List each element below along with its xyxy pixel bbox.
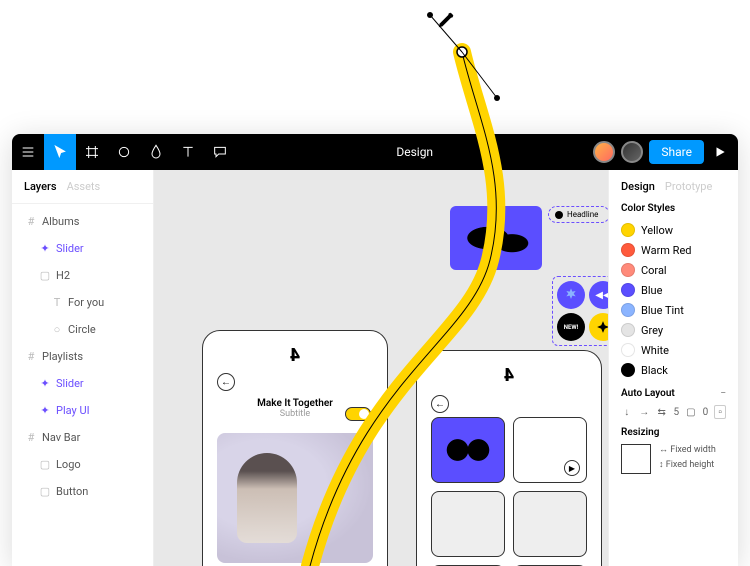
layer-slider-2[interactable]: ✦Slider xyxy=(12,370,153,397)
layer-for-you[interactable]: TFor you xyxy=(12,289,153,316)
collaborator-avatar-1[interactable] xyxy=(593,141,615,163)
comment-tool[interactable] xyxy=(204,134,236,170)
menu-button[interactable] xyxy=(12,134,44,170)
color-swatch xyxy=(621,303,635,317)
color-style-row[interactable]: Black xyxy=(621,360,726,380)
color-label: Black xyxy=(641,364,668,377)
color-swatch xyxy=(621,343,635,357)
layer-playlists[interactable]: #Playlists xyxy=(12,343,153,370)
tile-purple[interactable] xyxy=(431,417,505,483)
selected-component[interactable]: Headline xyxy=(450,206,608,270)
color-swatch xyxy=(621,323,635,337)
color-style-row[interactable]: Coral xyxy=(621,260,726,280)
direction-right-icon[interactable]: → xyxy=(638,405,649,419)
layer-logo[interactable]: ▢Logo xyxy=(12,451,153,478)
tab-layers[interactable]: Layers xyxy=(24,180,57,193)
auto-layout-remove-icon[interactable]: − xyxy=(720,388,726,399)
layers-panel: Layers Assets #Albums ✦Slider ▢H2 TFor y… xyxy=(12,170,154,566)
color-swatch xyxy=(621,263,635,277)
color-label: Blue xyxy=(641,284,662,297)
color-label: Warm Red xyxy=(641,244,691,257)
color-label: Yellow xyxy=(641,224,673,237)
color-label: Grey xyxy=(641,324,663,337)
color-style-row[interactable]: Blue xyxy=(621,280,726,300)
direction-down-icon[interactable]: ↓ xyxy=(621,405,632,419)
color-style-row[interactable]: Yellow xyxy=(621,220,726,240)
headline-label: Headline xyxy=(567,210,598,219)
auto-layout-controls: ↓ → ⇆ 5 ▢ 0 ▫ xyxy=(621,405,726,419)
back-button[interactable]: ← xyxy=(431,395,449,413)
burst-icon[interactable] xyxy=(557,281,585,309)
tile-grey[interactable] xyxy=(431,491,505,557)
collaborator-avatar-2[interactable] xyxy=(621,141,643,163)
top-toolbar: Design Share xyxy=(12,134,738,170)
dot-icon xyxy=(555,211,563,219)
album-cover[interactable] xyxy=(217,433,373,563)
spacing-icon[interactable]: ⇆ xyxy=(656,405,667,419)
move-tool[interactable] xyxy=(44,134,76,170)
artboard-browse[interactable]: 4 ← Op xyxy=(416,350,602,566)
headline-component[interactable]: Headline xyxy=(548,206,608,223)
color-swatch xyxy=(621,223,635,237)
pen-tool-cursor xyxy=(436,8,458,34)
color-styles-heading: Color Styles xyxy=(621,203,726,214)
color-style-row[interactable]: Blue Tint xyxy=(621,300,726,320)
present-button[interactable] xyxy=(710,145,730,159)
app-logo: 4 xyxy=(431,365,587,386)
sparkle-icon[interactable] xyxy=(589,313,608,341)
layer-h2[interactable]: ▢H2 xyxy=(12,262,153,289)
inspector-panel: Design Prototype Color Styles Yellow Warm… xyxy=(608,170,738,566)
layer-slider-1[interactable]: ✦Slider xyxy=(12,235,153,262)
layer-list: #Albums ✦Slider ▢H2 TFor you ○Circle #Pl… xyxy=(12,204,153,509)
color-swatch xyxy=(621,283,635,297)
color-style-row[interactable]: Grey xyxy=(621,320,726,340)
color-swatch xyxy=(621,243,635,257)
tile-grey[interactable] xyxy=(513,491,587,557)
layer-play-ui[interactable]: ✦Play UI xyxy=(12,397,153,424)
layer-button[interactable]: ▢Button xyxy=(12,478,153,505)
color-style-row[interactable]: Warm Red xyxy=(621,240,726,260)
toggle-switch[interactable] xyxy=(345,407,371,421)
artwork-tile[interactable] xyxy=(450,206,542,270)
color-swatch xyxy=(621,363,635,377)
tab-assets[interactable]: Assets xyxy=(67,180,101,193)
resize-preview[interactable] xyxy=(621,444,651,474)
resize-height-mode[interactable]: ↕ Fixed height xyxy=(659,459,716,470)
layer-albums[interactable]: #Albums xyxy=(12,208,153,235)
padding-value[interactable]: 0 xyxy=(703,407,709,418)
alignment-icon[interactable]: ▫ xyxy=(714,405,726,419)
icon-component-group[interactable]: ◀◀ NEW! xyxy=(552,276,608,346)
color-style-row[interactable]: White xyxy=(621,340,726,360)
tab-design[interactable]: Design xyxy=(621,180,655,193)
app-window: Design Share Layers Assets #Albums ✦Slid… xyxy=(12,134,738,566)
layer-circle[interactable]: ○Circle xyxy=(12,316,153,343)
share-button[interactable]: Share xyxy=(649,140,704,164)
pen-tool[interactable] xyxy=(140,134,172,170)
rewind-icon[interactable]: ◀◀ xyxy=(589,281,608,309)
shape-tool[interactable] xyxy=(108,134,140,170)
layer-nav-bar[interactable]: #Nav Bar xyxy=(12,424,153,451)
spacing-value[interactable]: 5 xyxy=(673,407,679,418)
color-label: White xyxy=(641,344,669,357)
text-tool[interactable] xyxy=(172,134,204,170)
artboard-player[interactable]: 4 ← Make It Together Subtitle xyxy=(202,330,388,566)
tab-prototype[interactable]: Prototype xyxy=(665,180,712,193)
tile-play[interactable] xyxy=(513,417,587,483)
document-title[interactable]: Design xyxy=(236,145,593,159)
app-logo: 4 xyxy=(217,345,373,366)
resizing-heading: Resizing xyxy=(621,427,726,438)
color-label: Blue Tint xyxy=(641,304,684,317)
padding-icon[interactable]: ▢ xyxy=(685,405,696,419)
frame-tool[interactable] xyxy=(76,134,108,170)
new-badge[interactable]: NEW! xyxy=(557,313,585,341)
back-button[interactable]: ← xyxy=(217,373,235,391)
auto-layout-heading: Auto Layout xyxy=(621,388,675,399)
resize-width-mode[interactable]: ↔ Fixed width xyxy=(659,444,716,455)
canvas[interactable]: Headline ◀◀ NEW! 4 ← Make It Together Su… xyxy=(154,170,608,566)
color-label: Coral xyxy=(641,264,667,277)
